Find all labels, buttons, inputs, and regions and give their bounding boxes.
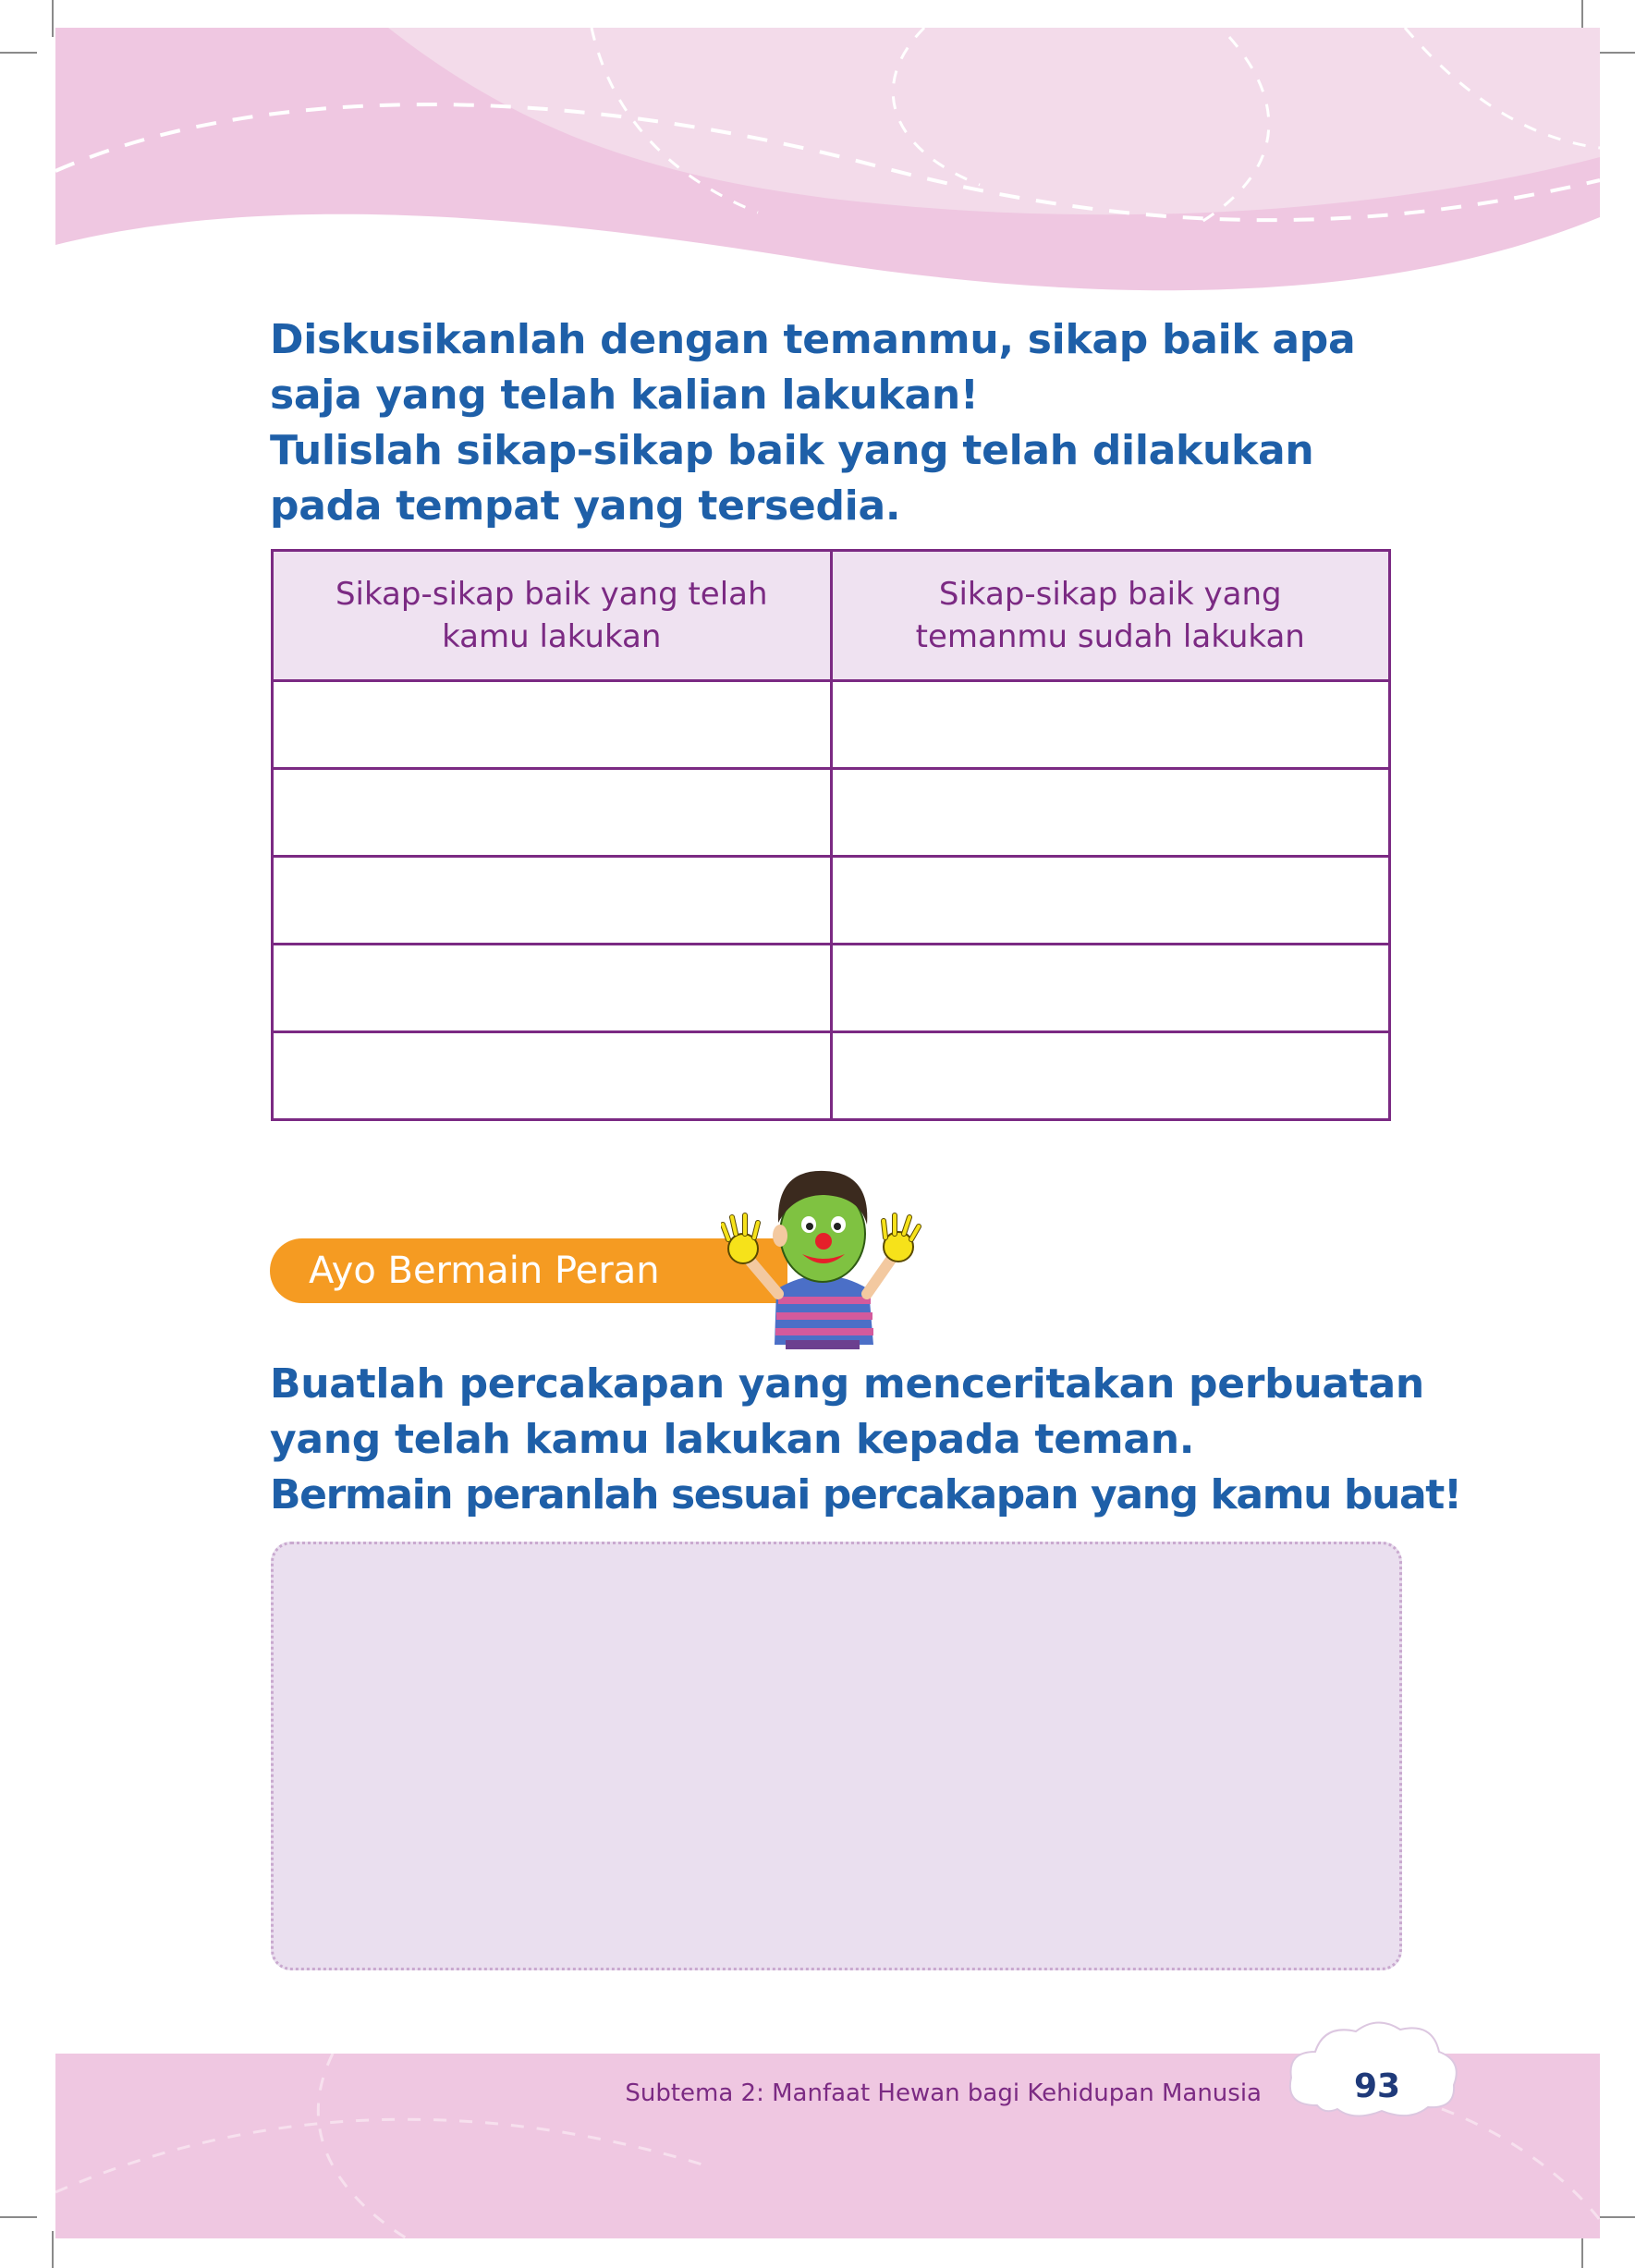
instruction-line: yang telah kamu lakukan kepada teman.	[270, 1416, 1195, 1463]
writing-area[interactable]	[271, 1542, 1402, 1970]
crop-mark	[1598, 2216, 1635, 2218]
table-row	[271, 943, 1391, 1033]
good-attitude-table: Sikap-sikap baik yang telah kamu lakukan…	[271, 549, 1391, 1121]
footer-subtitle: Subtema 2: Manfaat Hewan bagi Kehidupan …	[625, 2079, 1262, 2107]
instruction-line: Diskusikanlah dengan temanmu, sikap baik…	[270, 316, 1356, 363]
table-header-self: Sikap-sikap baik yang telah kamu lakukan	[271, 549, 833, 682]
instruction-line: Buatlah percakapan yang menceritakan per…	[270, 1360, 1424, 1408]
table-cell[interactable]	[271, 1030, 833, 1121]
header-line: temanmu sudah lakukan	[915, 618, 1305, 655]
table-row	[271, 767, 1391, 858]
table-cell[interactable]	[829, 679, 1391, 770]
table-header-friend: Sikap-sikap baik yang temanmu sudah laku…	[829, 549, 1391, 682]
table-cell[interactable]	[271, 767, 833, 858]
table-cell[interactable]	[829, 1030, 1391, 1121]
header-line: Sikap-sikap baik yang	[938, 576, 1282, 613]
header-line: Sikap-sikap baik yang telah	[335, 576, 768, 613]
table-cell[interactable]	[271, 943, 833, 1033]
instruction-paragraph-bottom: Buatlah percakapan yang menceritakan per…	[270, 1357, 1462, 1523]
section-label-text: Ayo Bermain Peran	[309, 1250, 660, 1292]
instruction-line: pada tempat yang tersedia.	[270, 482, 901, 530]
table-row	[271, 1030, 1391, 1121]
header-line: kamu lakukan	[442, 618, 662, 655]
clown-face-boy-icon	[721, 1170, 921, 1349]
table-cell[interactable]	[271, 855, 833, 945]
instruction-line: saja yang telah kalian lakukan!	[270, 372, 979, 419]
table-cell[interactable]	[829, 943, 1391, 1033]
header-decoration	[55, 26, 1601, 291]
table-cell[interactable]	[829, 767, 1391, 858]
instruction-line: Bermain peranlah sesuai percakapan yang …	[270, 1471, 1462, 1518]
table-cell[interactable]	[271, 679, 833, 770]
table-cell[interactable]	[829, 855, 1391, 945]
crop-mark	[52, 2231, 54, 2268]
crop-mark	[0, 2216, 37, 2218]
table-row	[271, 679, 1391, 770]
table-header-row: Sikap-sikap baik yang telah kamu lakukan…	[271, 549, 1391, 682]
instruction-paragraph-top: Diskusikanlah dengan temanmu, sikap baik…	[270, 312, 1407, 534]
table-row	[271, 855, 1391, 945]
section-label-pill: Ayo Bermain Peran	[270, 1238, 787, 1303]
instruction-line: Tulislah sikap-sikap baik yang telah dil…	[270, 427, 1314, 474]
page-number: 93	[1353, 2067, 1401, 2105]
